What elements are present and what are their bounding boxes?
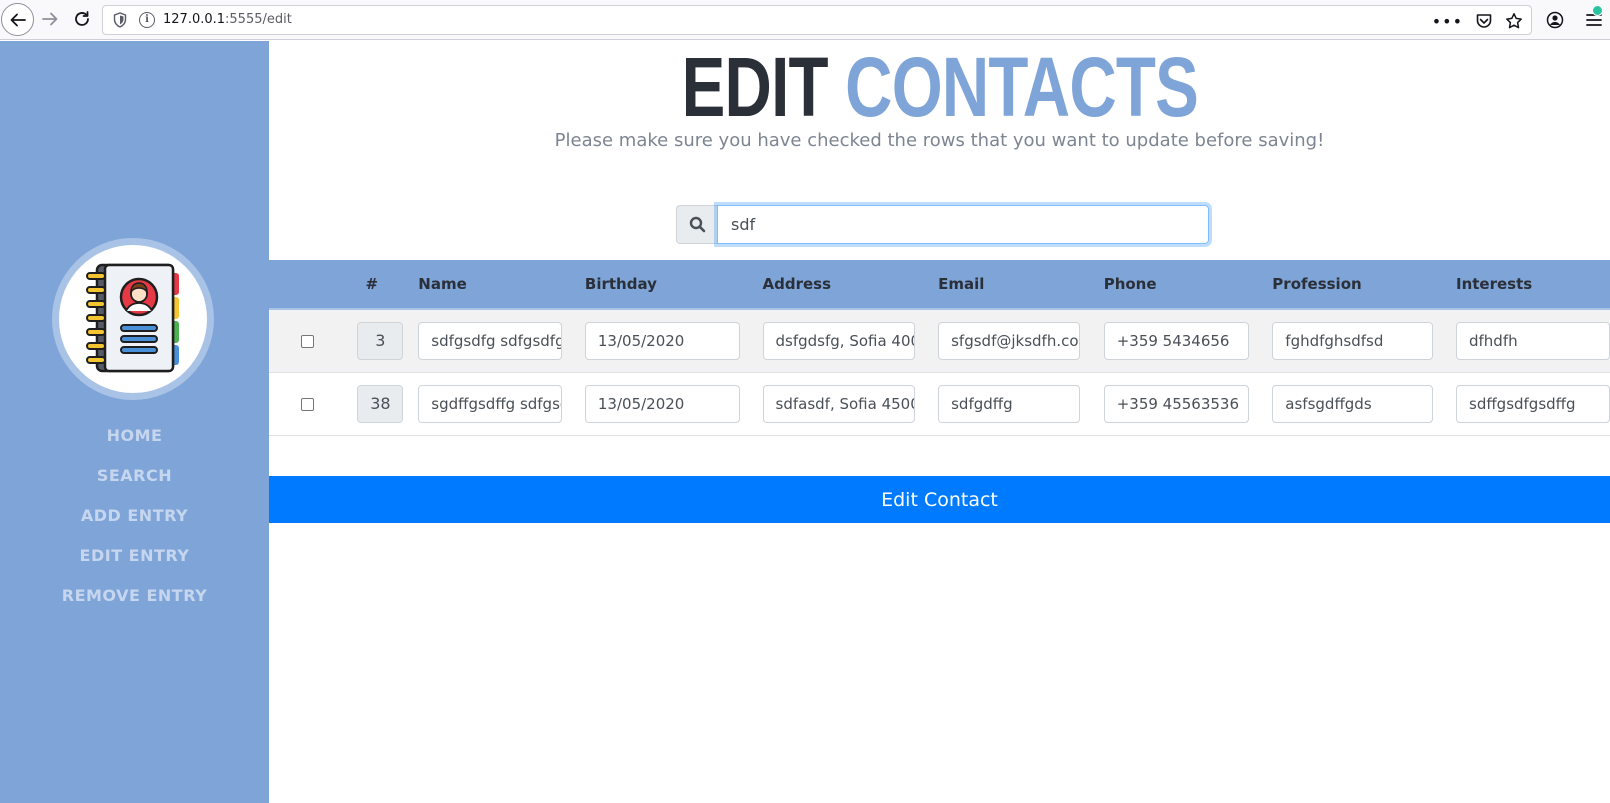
search-group bbox=[676, 205, 1209, 244]
sidebar-item-search[interactable]: SEARCH bbox=[0, 455, 269, 495]
update-badge-icon bbox=[1592, 5, 1603, 16]
table-header-row: # Name Birthday Address Email Phone Prof… bbox=[269, 260, 1610, 310]
url-actions: ••• bbox=[1432, 10, 1523, 32]
edit-contact-button[interactable]: Edit Contact bbox=[269, 476, 1610, 523]
name-field[interactable]: sdfgsdfg sdfgsdfg bbox=[418, 321, 563, 360]
address-field[interactable]: sdfasdf, Sofia 4500 bbox=[762, 384, 915, 423]
table-row: 3 sdfgsdfg sdfgsdfg 13/05/2020 dsfgdsfg,… bbox=[269, 309, 1610, 373]
table-row: 38 sgdffgsdffg sdfgsdfg 13/05/2020 sdfas… bbox=[269, 372, 1610, 436]
pocket-icon[interactable] bbox=[1475, 12, 1493, 30]
page-subtitle: Please make sure you have checked the ro… bbox=[554, 130, 1325, 151]
interests-field[interactable]: sdffgsdfgsdffg bbox=[1456, 384, 1610, 423]
header-id: # bbox=[337, 260, 407, 310]
header-phone: Phone bbox=[1091, 260, 1261, 310]
name-cell: sdfgsdfg sdfgsdfg bbox=[406, 309, 573, 373]
search-input[interactable] bbox=[717, 205, 1209, 244]
url-path: :5555/edit bbox=[225, 12, 292, 27]
profession-cell: asfsgdffgds bbox=[1260, 372, 1444, 436]
birthday-cell: 13/05/2020 bbox=[572, 372, 751, 436]
id-field: 38 bbox=[357, 384, 404, 423]
row-checkbox[interactable] bbox=[300, 398, 314, 411]
url-text[interactable]: 127.0.0.1:5555/edit bbox=[163, 12, 292, 27]
birthday-field[interactable]: 13/05/2020 bbox=[584, 384, 740, 423]
id-cell: 38 bbox=[337, 372, 407, 436]
row-select-cell bbox=[269, 309, 338, 373]
phone-field[interactable]: +359 45563536 bbox=[1103, 384, 1249, 423]
email-field[interactable]: sdfgdffg bbox=[938, 384, 1081, 423]
contacts-table: # Name Birthday Address Email Phone Prof… bbox=[269, 260, 1610, 436]
back-arrow-icon[interactable] bbox=[1, 3, 34, 36]
birthday-cell: 13/05/2020 bbox=[572, 309, 751, 373]
sidebar-item-add-entry[interactable]: ADD ENTRY bbox=[0, 495, 269, 535]
header-name: Name bbox=[406, 260, 573, 310]
name-field[interactable]: sgdffgsdffg sdfgsdfg bbox=[418, 384, 563, 423]
email-cell: sdfgdffg bbox=[926, 372, 1092, 436]
logo-circle bbox=[59, 245, 207, 393]
title-contacts: CONTACTS bbox=[845, 40, 1199, 134]
info-icon[interactable]: i bbox=[139, 12, 155, 28]
address-cell: dsfgdsfg, Sofia 4000 bbox=[750, 309, 927, 373]
bookmark-star-icon[interactable] bbox=[1505, 12, 1523, 30]
name-cell: sgdffgsdffg sdfgsdfg bbox=[406, 372, 573, 436]
header-email: Email bbox=[926, 260, 1092, 310]
search-icon[interactable] bbox=[676, 205, 717, 244]
sidebar-item-edit-entry[interactable]: EDIT ENTRY bbox=[0, 535, 269, 575]
address-cell: sdfasdf, Sofia 4500 bbox=[750, 372, 927, 436]
title-edit: EDIT bbox=[681, 40, 829, 134]
interests-cell: sdffgsdfgsdffg bbox=[1444, 372, 1610, 436]
address-field[interactable]: dsfgdsfg, Sofia 4000 bbox=[762, 321, 915, 360]
browser-toolbar: i 127.0.0.1:5555/edit ••• bbox=[0, 0, 1610, 40]
email-field[interactable]: sfgsdf@jksdfh.com bbox=[938, 321, 1081, 360]
sidebar-nav: HOME SEARCH ADD ENTRY EDIT ENTRY REMOVE … bbox=[0, 415, 269, 615]
account-icon[interactable] bbox=[1543, 8, 1567, 32]
address-book-icon bbox=[86, 263, 179, 373]
phone-field[interactable]: +359 5434656 bbox=[1103, 321, 1249, 360]
id-cell: 3 bbox=[337, 309, 407, 373]
sidebar-item-remove-entry[interactable]: REMOVE ENTRY bbox=[0, 575, 269, 615]
interests-field[interactable]: dfhdfh bbox=[1456, 321, 1610, 360]
url-host: 127.0.0.1 bbox=[163, 12, 226, 27]
phone-cell: +359 45563536 bbox=[1091, 372, 1261, 436]
header-birthday: Birthday bbox=[572, 260, 751, 310]
email-cell: sfgsdf@jksdfh.com bbox=[926, 309, 1092, 373]
shield-icon[interactable] bbox=[113, 12, 127, 28]
birthday-field[interactable]: 13/05/2020 bbox=[584, 321, 740, 360]
row-select-cell bbox=[269, 372, 338, 436]
sidebar: HOME SEARCH ADD ENTRY EDIT ENTRY REMOVE … bbox=[0, 41, 269, 803]
header-address: Address bbox=[750, 260, 927, 310]
id-field: 3 bbox=[357, 321, 404, 360]
logo[interactable] bbox=[52, 238, 214, 400]
more-icon[interactable]: ••• bbox=[1432, 12, 1463, 31]
profession-field[interactable]: fghdfghsdfsd bbox=[1272, 321, 1434, 360]
interests-cell: dfhdfh bbox=[1444, 309, 1610, 373]
page-title: EDIT CONTACTS bbox=[417, 44, 1463, 130]
header-select bbox=[269, 260, 338, 310]
profession-field[interactable]: asfsgdffgds bbox=[1272, 384, 1434, 423]
url-bar[interactable]: i 127.0.0.1:5555/edit ••• bbox=[102, 5, 1532, 35]
reload-icon[interactable] bbox=[66, 3, 98, 35]
sidebar-item-home[interactable]: HOME bbox=[0, 415, 269, 455]
forward-arrow-icon[interactable] bbox=[34, 3, 66, 35]
phone-cell: +359 5434656 bbox=[1091, 309, 1261, 373]
header-interests: Interests bbox=[1444, 260, 1610, 310]
profession-cell: fghdfghsdfsd bbox=[1260, 309, 1444, 373]
header-profession: Profession bbox=[1260, 260, 1444, 310]
row-checkbox[interactable] bbox=[300, 335, 314, 349]
